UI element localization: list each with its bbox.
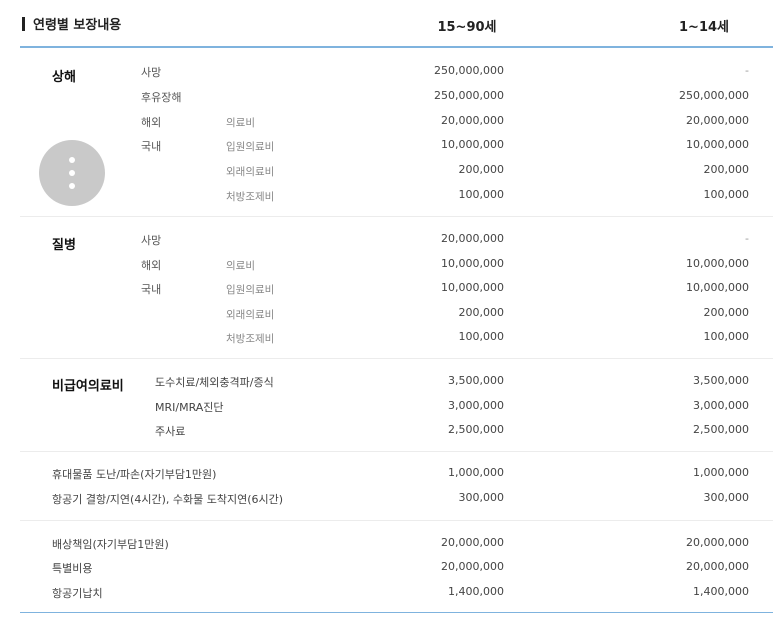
section-divider xyxy=(20,520,773,521)
table-title: 연령별 보장내용 xyxy=(33,18,122,33)
row-sublabel: 처방조제비 xyxy=(226,191,275,203)
row-label: MRI/MRA진단 xyxy=(155,401,224,414)
row-label: 배상책임(자기부담1만원) xyxy=(52,538,169,551)
table-header: 연령별 보장내용 15~90세 1~14세 xyxy=(0,0,773,48)
value-adult: 200,000 xyxy=(458,163,505,176)
value-child: 250,000,000 xyxy=(679,89,749,102)
value-adult: 20,000,000 xyxy=(441,114,504,127)
row-sublabel: 의료비 xyxy=(226,117,255,129)
value-adult: 250,000,000 xyxy=(434,64,504,77)
title-marker xyxy=(22,17,25,31)
value-child: 3,000,000 xyxy=(693,399,749,412)
section-divider xyxy=(20,358,773,359)
value-child: 10,000,000 xyxy=(686,138,749,151)
more-options-button[interactable] xyxy=(39,140,105,206)
value-adult: 3,000,000 xyxy=(448,399,504,412)
value-adult: 1,400,000 xyxy=(448,585,504,598)
table-bottom-border xyxy=(20,612,773,613)
row-label: 휴대물품 도난/파손(자기부담1만원) xyxy=(52,468,217,481)
value-child: 300,000 xyxy=(703,491,750,504)
row-sublabel: 외래의료비 xyxy=(226,309,275,321)
value-adult: 250,000,000 xyxy=(434,89,504,102)
column-header-child: 1~14세 xyxy=(679,20,729,35)
value-adult: 20,000,000 xyxy=(441,232,504,245)
value-adult: 300,000 xyxy=(458,491,505,504)
row-sublabel: 의료비 xyxy=(226,260,255,272)
value-adult: 1,000,000 xyxy=(448,466,504,479)
row-label: 후유장해 xyxy=(141,91,182,104)
value-child: 10,000,000 xyxy=(686,281,749,294)
row-label: 특별비용 xyxy=(52,562,93,575)
category-label: 비급여의료비 xyxy=(52,379,124,394)
value-child: 3,500,000 xyxy=(693,374,749,387)
value-child: - xyxy=(745,232,749,245)
row-label: 국내 xyxy=(141,140,162,153)
row-label: 해외 xyxy=(141,116,162,129)
row-sublabel: 입원의료비 xyxy=(226,141,275,153)
value-child: 1,400,000 xyxy=(693,585,749,598)
value-child: 2,500,000 xyxy=(693,423,749,436)
value-adult: 20,000,000 xyxy=(441,560,504,573)
header-divider xyxy=(20,46,773,48)
row-label: 사망 xyxy=(141,234,162,247)
value-child: 100,000 xyxy=(703,330,750,343)
row-label: 해외 xyxy=(141,259,162,272)
value-adult: 10,000,000 xyxy=(441,257,504,270)
value-adult: 100,000 xyxy=(458,330,505,343)
value-child: - xyxy=(745,64,749,77)
value-child: 20,000,000 xyxy=(686,536,749,549)
value-child: 20,000,000 xyxy=(686,114,749,127)
value-adult: 3,500,000 xyxy=(448,374,504,387)
row-label: 주사료 xyxy=(155,425,186,438)
row-label: 사망 xyxy=(141,66,162,79)
row-label: 국내 xyxy=(141,283,162,296)
value-child: 1,000,000 xyxy=(693,466,749,479)
value-adult: 20,000,000 xyxy=(441,536,504,549)
row-sublabel: 입원의료비 xyxy=(226,284,275,296)
section-divider xyxy=(20,216,773,217)
value-adult: 10,000,000 xyxy=(441,281,504,294)
value-child: 20,000,000 xyxy=(686,560,749,573)
category-label: 질병 xyxy=(52,238,76,253)
value-adult: 2,500,000 xyxy=(448,423,504,436)
category-label: 상해 xyxy=(52,70,76,85)
value-child: 200,000 xyxy=(703,163,750,176)
value-child: 200,000 xyxy=(703,306,750,319)
row-sublabel: 외래의료비 xyxy=(226,166,275,178)
value-adult: 200,000 xyxy=(458,306,505,319)
section-divider xyxy=(20,451,773,452)
row-label: 도수치료/체외충격파/증식 xyxy=(155,376,274,389)
row-label: 항공기납치 xyxy=(52,587,103,600)
value-adult: 10,000,000 xyxy=(441,138,504,151)
column-header-adult: 15~90세 xyxy=(437,20,497,35)
row-label: 항공기 결항/지연(4시간), 수화물 도착지연(6시간) xyxy=(52,493,284,506)
value-child: 100,000 xyxy=(703,188,750,201)
row-sublabel: 처방조제비 xyxy=(226,333,275,345)
value-child: 10,000,000 xyxy=(686,257,749,270)
value-adult: 100,000 xyxy=(458,188,505,201)
